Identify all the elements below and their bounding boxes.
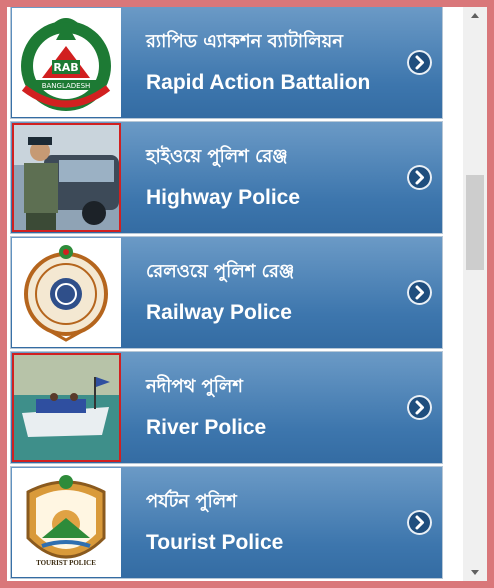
chevron-right-icon[interactable] <box>407 280 432 305</box>
chevron-right-icon[interactable] <box>407 165 432 190</box>
scrollbar-thumb[interactable] <box>466 175 484 270</box>
list-item-highway-police[interactable]: হাইওয়ে পুলিশ রেঞ্জ Highway Police <box>10 121 443 234</box>
item-title-bangla: নদীপথ পুলিশ <box>146 376 243 397</box>
item-title-english: Tourist Police <box>146 531 284 554</box>
item-title-english: Railway Police <box>146 301 292 324</box>
river-police-photo <box>12 353 121 462</box>
item-title-bangla: হাইওয়ে পুলিশ রেঞ্জ <box>146 146 288 167</box>
item-title-english: River Police <box>146 416 267 439</box>
item-title-english: Rapid Action Battalion <box>146 71 371 94</box>
tourist-logo-text: TOURIST POLICE <box>36 559 96 567</box>
rab-logo: RAB BANGLADESH <box>12 8 121 117</box>
item-title-bangla: রেলওয়ে পুলিশ রেঞ্জ <box>146 261 295 282</box>
scroll-up-arrow-icon[interactable] <box>463 7 487 24</box>
rab-logo-mark: RAB <box>53 61 78 74</box>
chevron-right-icon[interactable] <box>407 50 432 75</box>
scroll-down-arrow-icon[interactable] <box>463 564 487 581</box>
police-unit-list: RAB BANGLADESH র‍্যাপিড এ্যাকশন ব্যাটালি… <box>7 7 463 581</box>
chevron-right-icon[interactable] <box>407 395 432 420</box>
item-title-bangla: র‍্যাপিড এ্যাকশন ব্যাটালিয়ন <box>146 31 344 52</box>
vertical-scrollbar[interactable] <box>463 7 487 581</box>
rab-logo-text: BANGLADESH <box>42 82 91 90</box>
item-title-english: Highway Police <box>146 186 301 209</box>
chevron-right-icon[interactable] <box>407 510 432 535</box>
list-item-rab[interactable]: RAB BANGLADESH র‍্যাপিড এ্যাকশন ব্যাটালি… <box>10 7 443 119</box>
list-item-railway-police[interactable]: রেলওয়ে পুলিশ রেঞ্জ Railway Police <box>10 236 443 349</box>
item-title-bangla: পর্যটন পুলিশ <box>146 491 237 512</box>
highway-police-photo <box>12 123 121 232</box>
railway-police-logo <box>12 238 121 347</box>
tourist-police-logo: TOURIST POLICE <box>12 468 121 577</box>
list-item-river-police[interactable]: নদীপথ পুলিশ River Police <box>10 351 443 464</box>
app-window: RAB BANGLADESH র‍্যাপিড এ্যাকশন ব্যাটালি… <box>7 7 487 581</box>
list-item-tourist-police[interactable]: TOURIST POLICE পর্যটন পুলিশ Tourist Poli… <box>10 466 443 579</box>
